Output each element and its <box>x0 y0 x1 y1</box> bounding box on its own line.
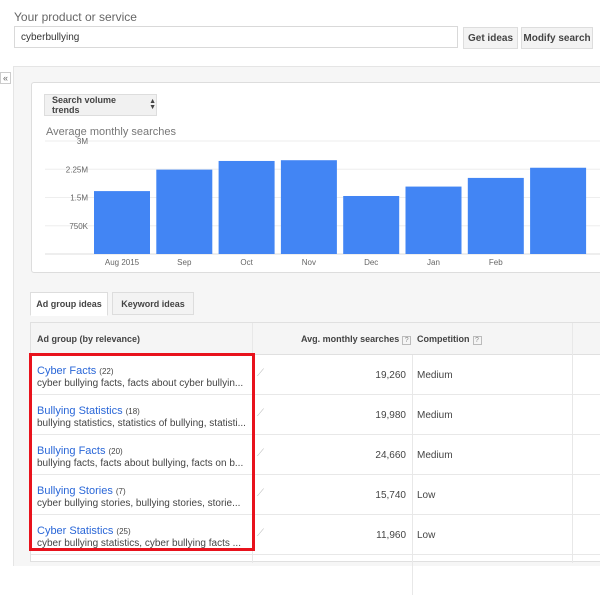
tab-ad-group-ideas[interactable]: Ad group ideas <box>30 292 108 316</box>
header-avg-searches-label: Avg. monthly searches <box>301 334 400 344</box>
x-tick-label: Dec <box>364 258 378 267</box>
trend-chart-icon[interactable]: ⟋ <box>257 488 264 499</box>
header-ad-group[interactable]: Ad group (by relevance) <box>37 334 140 344</box>
competition-value: Medium <box>417 370 453 381</box>
y-tick-label: 2.25M <box>66 165 89 174</box>
x-tick-label: Feb <box>489 258 503 267</box>
search-volume-chart: 3M 2.25M 1.5M 750K Aug 2015 Sep Oct Nov Dec Jan Fe… <box>45 138 600 267</box>
avg-monthly-searches: 24,660 <box>375 450 406 461</box>
trend-select-label: Search volume trends <box>52 95 117 115</box>
avg-monthly-searches: 15,740 <box>375 490 406 501</box>
collapse-sidebar-icon[interactable]: « <box>0 72 11 84</box>
product-label: Your product or service <box>14 10 137 24</box>
chart-title: Average monthly searches <box>46 126 177 138</box>
x-tick-label: Sep <box>177 258 192 267</box>
bar[interactable] <box>530 167 587 254</box>
table-header: Ad group (by relevance) Avg. monthly sea… <box>31 323 600 355</box>
competition-value: Low <box>417 530 436 541</box>
bar[interactable] <box>343 195 400 254</box>
x-tick-label: Jan <box>427 258 440 267</box>
bar[interactable] <box>405 186 462 254</box>
bar[interactable] <box>280 160 337 254</box>
y-tick-label: 1.5M <box>70 194 88 203</box>
x-tick-label: Aug 2015 <box>105 258 140 267</box>
bar[interactable] <box>218 160 275 254</box>
get-ideas-button[interactable]: Get ideas <box>463 27 518 49</box>
x-tick-label: Oct <box>240 258 253 267</box>
trend-chart-icon[interactable]: ⟋ <box>257 448 264 459</box>
avg-monthly-searches: 19,260 <box>375 370 406 381</box>
header-competition-label: Competition <box>417 334 470 344</box>
bar[interactable] <box>156 169 213 254</box>
modify-search-button[interactable]: Modify search <box>521 27 593 49</box>
tab-keyword-ideas[interactable]: Keyword ideas <box>112 292 194 315</box>
product-search-input[interactable] <box>14 26 458 48</box>
bar[interactable] <box>467 177 524 254</box>
search-volume-trends-select[interactable]: Search volume trends ▲ ▼ <box>44 94 157 116</box>
x-tick-label: Nov <box>302 258 316 267</box>
competition-value: Medium <box>417 450 453 461</box>
trend-chart-icon[interactable]: ⟋ <box>257 408 264 419</box>
header-competition[interactable]: Competition? <box>417 334 482 345</box>
competition-value: Low <box>417 490 436 501</box>
competition-value: Medium <box>417 410 453 421</box>
help-icon[interactable]: ? <box>402 336 412 345</box>
sort-arrows-icon: ▲ ▼ <box>149 98 156 111</box>
help-icon[interactable]: ? <box>472 336 482 345</box>
highlight-box <box>29 353 255 551</box>
trend-chart-icon[interactable]: ⟋ <box>257 528 264 539</box>
header-avg-searches[interactable]: Avg. monthly searches? <box>301 334 412 345</box>
bar[interactable] <box>94 191 150 254</box>
y-tick-label: 750K <box>69 222 88 231</box>
avg-monthly-searches: 11,960 <box>376 530 406 541</box>
avg-monthly-searches: 19,980 <box>375 410 406 421</box>
y-tick-label: 3M <box>77 138 88 146</box>
trend-chart-icon[interactable]: ⟋ <box>257 368 264 379</box>
